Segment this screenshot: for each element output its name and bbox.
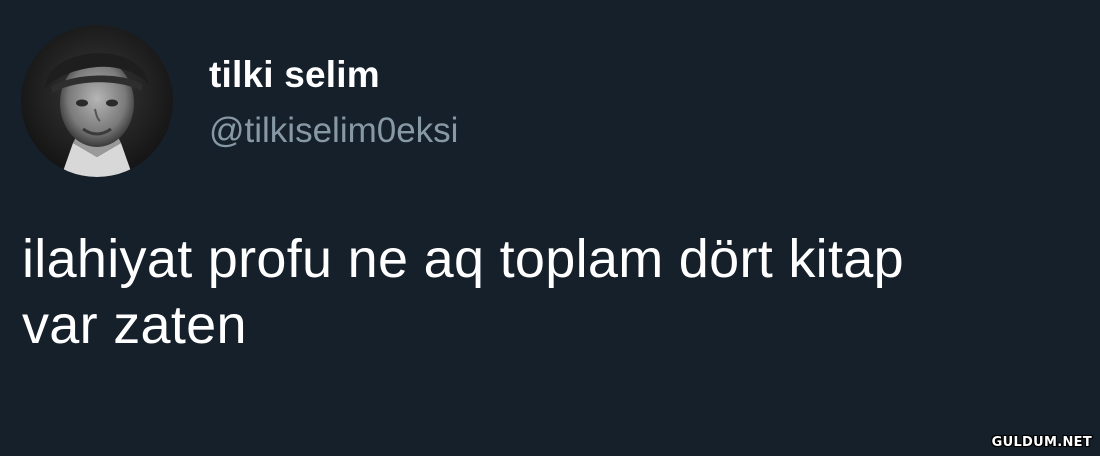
- watermark: GULDUM.NET: [991, 435, 1092, 450]
- tweet-header: tilki selim @tilkiselim0eksi: [21, 25, 458, 177]
- profile-photo-icon: [21, 25, 173, 177]
- tweet-text-line: var zaten: [22, 295, 247, 355]
- user-handle[interactable]: @tilkiselim0eksi: [209, 109, 458, 153]
- author-names: tilki selim @tilkiselim0eksi: [209, 53, 458, 153]
- avatar[interactable]: [21, 25, 173, 177]
- tweet-card: tilki selim @tilkiselim0eksi ilahiyat pr…: [0, 0, 1100, 456]
- tweet-text: ilahiyat profu ne aq toplam dört kitap v…: [22, 226, 1092, 358]
- display-name[interactable]: tilki selim: [209, 53, 458, 97]
- tweet-text-line: ilahiyat profu ne aq toplam dört kitap: [22, 229, 904, 289]
